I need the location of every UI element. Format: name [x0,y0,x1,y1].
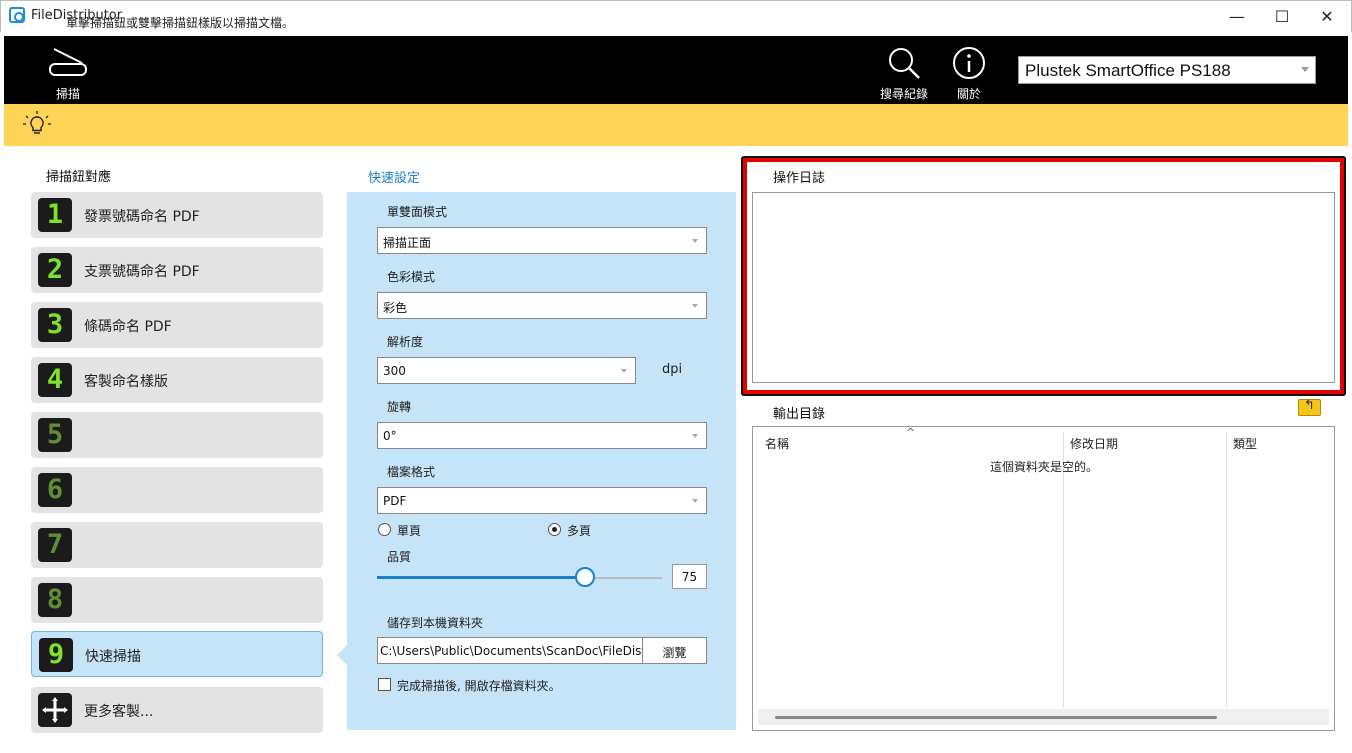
search-log-label: 搜尋紀錄 [879,87,928,101]
dpi-unit: dpi [662,362,683,377]
info-icon [953,47,985,79]
rotation-label: 旋轉 [387,400,412,414]
slot-label: 客製命名樣版 [84,374,168,390]
scanner-icon [49,48,87,76]
slot-label: 發票號碼命名 PDF [84,209,200,225]
duplex-label: 單雙面模式 [387,205,448,219]
slot-label: 支票號碼命名 PDF [84,264,200,280]
digit-6-icon: 6 [38,473,72,507]
empty-folder-message: 這個資料夾是空的。 [990,460,1099,474]
single-page-label: 單頁 [397,524,422,538]
chevron-down-icon [692,304,698,308]
slot-label: 條碼命名 PDF [84,319,172,335]
color-mode-label: 色彩模式 [387,270,436,284]
about-label: 關於 [956,87,981,101]
duplex-value: 掃描正面 [383,236,432,250]
scrollbar-thumb[interactable] [775,716,1217,719]
chevron-down-icon [692,239,698,243]
rotation-value: 0° [383,429,397,443]
save-folder-label: 儲存到本機資料夾 [387,616,484,630]
file-format-select[interactable]: PDF [377,487,707,514]
quick-settings-title: 快速設定 [368,171,421,186]
rotation-select[interactable]: 0° [377,422,707,449]
multi-page-label: 多頁 [567,524,592,538]
digit-2-icon: 2 [38,253,72,287]
chevron-down-icon [1301,67,1309,72]
digit-8-icon: 8 [38,583,72,617]
chevron-down-icon [692,434,698,438]
hint-text: 單擊掃描鈕或雙擊掃描鈕樣版以掃描文檔。 [66,16,295,30]
minimize-button[interactable]: — [1214,0,1260,32]
device-select-value: Plustek SmartOffice PS188 [1025,61,1231,80]
column-header-name[interactable]: 名稱 [765,435,789,452]
file-format-value: PDF [383,494,407,508]
scan-slot-5[interactable]: 5 [31,412,323,458]
move-cross-icon [38,693,72,727]
browse-button[interactable]: 瀏覽 [642,637,707,664]
scan-button[interactable]: 掃描 [44,44,92,102]
digit-5-icon: 5 [38,418,72,452]
output-folder-title: 輸出目錄 [773,407,826,422]
scan-slot-8[interactable]: 8 [31,577,323,623]
scan-slot-3[interactable]: 3 條碼命名 PDF [31,302,323,348]
slot-label: 快速掃描 [85,649,141,665]
scan-slot-6[interactable]: 6 [31,467,323,513]
multi-page-radio[interactable] [548,523,561,536]
maximize-button[interactable]: ☐ [1259,0,1305,32]
digit-1-icon: 1 [38,198,72,232]
digit-7-icon: 7 [38,528,72,562]
single-page-radio[interactable] [378,523,391,536]
about-button[interactable]: 關於 [948,46,990,102]
column-divider[interactable] [1226,432,1227,708]
column-header-modified[interactable]: 修改日期 [1070,435,1118,452]
close-button[interactable]: ✕ [1304,0,1350,32]
column-header-type[interactable]: 類型 [1233,435,1257,452]
digit-9-icon: 9 [39,638,73,672]
search-log-button[interactable]: 搜尋紀錄 [876,46,932,102]
log-title: 操作日誌 [773,171,826,186]
scan-label: 掃描 [55,87,80,101]
panel-pointer [337,645,347,665]
sort-up-icon: ^ [906,426,916,439]
quality-label: 品質 [387,550,412,564]
digit-4-icon: 4 [38,363,72,397]
chevron-down-icon [692,499,698,503]
digit-3-icon: 3 [38,308,72,342]
color-mode-value: 彩色 [383,301,408,315]
duplex-select[interactable]: 掃描正面 [377,227,707,254]
search-icon [889,48,920,79]
scan-slot-2[interactable]: 2 支票號碼命名 PDF [31,247,323,293]
resolution-label: 解析度 [387,335,424,349]
color-mode-select[interactable]: 彩色 [377,292,707,319]
log-text-area[interactable] [752,192,1335,383]
scan-slot-9[interactable]: 9 快速掃描 [31,631,323,677]
quality-value-field[interactable]: 75 [672,564,707,589]
button-mapping-title: 掃描鈕對應 [46,170,112,185]
device-select[interactable]: Plustek SmartOffice PS188 [1018,56,1316,84]
file-format-label: 檔案格式 [387,465,436,479]
hint-bar [4,104,1348,146]
chevron-down-icon [621,369,627,373]
quality-slider-fill [377,576,586,579]
lightbulb-icon [23,111,51,134]
scan-slot-1[interactable]: 1 發票號碼命名 PDF [31,192,323,238]
more-custom-button[interactable]: 更多客製... [31,687,323,733]
scan-slot-7[interactable]: 7 [31,522,323,568]
open-folder-checkbox[interactable] [378,678,391,691]
save-path-field[interactable]: C:\Users\Public\Documents\ScanDoc\FileDi… [377,637,643,664]
open-folder-label: 完成掃描後, 開啟存檔資料夾。 [397,679,561,693]
scan-slot-4[interactable]: 4 客製命名樣版 [31,357,323,403]
more-custom-label: 更多客製... [84,704,154,720]
folder-up-icon[interactable] [1298,398,1321,416]
resolution-value: 300 [383,364,406,378]
resolution-select[interactable]: 300 [377,357,636,384]
quality-slider-thumb[interactable] [575,567,596,587]
app-logo-icon [9,7,25,23]
